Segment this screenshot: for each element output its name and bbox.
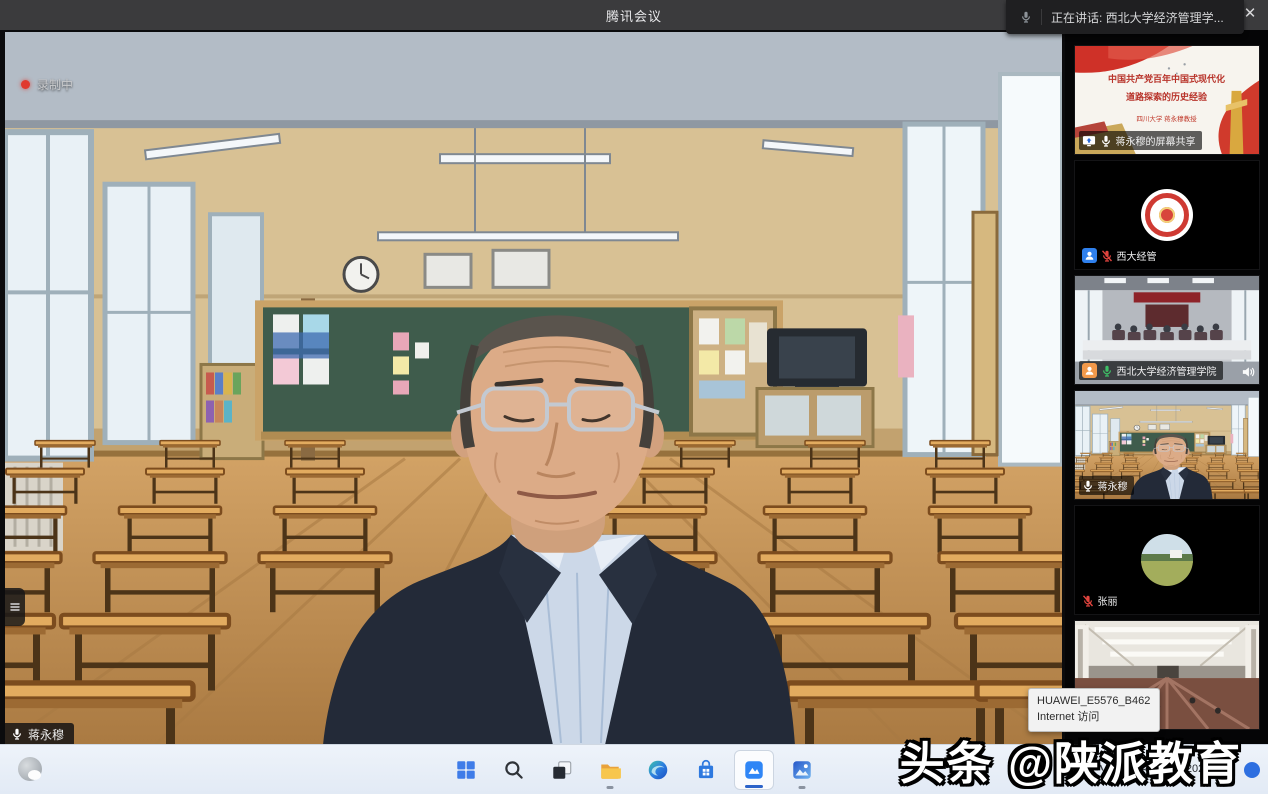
photos-app-button[interactable] [782,750,822,790]
classroom-virtual-background [5,32,1062,745]
edge-icon [646,758,670,782]
participant-label: 张丽 [1079,591,1124,610]
participant-label: 西北大学经济管理学院 [1079,361,1223,380]
speaker-icon [1241,365,1255,379]
tray-expand-chevron[interactable]: ^ [1096,762,1104,777]
weather-cloud-icon [18,757,42,781]
open-app-indicator [607,786,614,789]
person-icon [1084,365,1095,376]
participants-sidebar: 中国共产党百年中国式现代化 道路探索的历史经验 四川大学 蒋永穆教授 蒋永穆的屏… [1065,30,1268,745]
system-tray: ^ 中 2022/11/6 [1096,745,1260,794]
list-icon [9,601,21,613]
recording-label: 录制中 [37,76,73,93]
window-title: 腾讯会议 [606,6,662,25]
recording-badge: 录制中 [21,76,73,93]
tencent-meeting-app-button[interactable] [734,750,774,790]
participant-name: 张丽 [1098,593,1118,608]
mic-speaking-icon [1101,365,1113,377]
person-icon [1084,250,1095,261]
recording-dot-icon [21,80,30,89]
weather-widget[interactable] [18,757,44,783]
tencent-meeting-window: 腾讯会议 ✕ 正在讲话: 西北大学经济管理学... [0,0,1268,794]
taskbar-center-icons [446,745,822,794]
search-button[interactable] [494,750,534,790]
participant-label: 蒋永穆的屏幕共享 [1079,131,1202,150]
participant-name: 西大经管 [1117,248,1157,263]
windows-logo-icon [454,758,478,782]
active-app-indicator [745,785,763,788]
participant-tile-screen-share[interactable]: 中国共产党百年中国式现代化 道路探索的历史经验 四川大学 蒋永穆教授 蒋永穆的屏… [1074,45,1260,155]
university-logo-avatar [1141,189,1193,241]
input-language-indicator[interactable]: 中 [1114,761,1126,778]
slide-subtitle: 四川大学 蒋永穆教授 [1093,113,1240,123]
start-button[interactable] [446,750,486,790]
microsoft-store-button[interactable] [686,750,726,790]
network-ssid: HUAWEI_E5576_B462 [1037,694,1151,710]
slide-title-line2: 道路探索的历史经验 [1089,90,1244,103]
notification-badge-icon[interactable] [1244,762,1260,778]
participant-name: 蒋永穆 [1098,478,1128,493]
participant-tile-nwu-economics[interactable]: 西北大学经济管理学院 [1074,275,1260,385]
screen-share-icon [1082,134,1096,148]
network-access: Internet 访问 [1037,710,1151,726]
volume-icon[interactable] [1161,762,1176,777]
file-explorer-icon [598,758,622,782]
store-icon [694,758,718,782]
search-icon [502,758,526,782]
file-explorer-button[interactable] [590,750,630,790]
speaker-name-tag: 蒋永穆 [5,723,74,745]
host-role-icon [1082,363,1097,378]
participant-tile-xida-jingguan[interactable]: 西大经管 [1074,160,1260,270]
edge-browser-button[interactable] [638,750,678,790]
member-list-toggle[interactable] [5,588,25,626]
task-view-button[interactable] [542,750,582,790]
participant-tile-landscape-avatar[interactable]: 张丽 [1074,505,1260,615]
taskbar-date[interactable]: 2022/11/6 [1186,763,1234,776]
slide-title-line1: 中国共产党百年中国式现代化 [1089,74,1244,86]
mic-icon [11,728,23,740]
taskbar: ^ 中 2022/11/6 [0,744,1268,794]
network-tooltip: HUAWEI_E5576_B462 Internet 访问 [1028,688,1160,732]
photos-icon [790,758,814,782]
wifi-icon[interactable] [1136,762,1151,777]
mic-muted-icon [1101,250,1113,262]
speaking-mic-icon [1020,11,1032,23]
speaking-notification-text: 正在讲话: 西北大学经济管理学... [1051,9,1224,26]
notification-divider [1041,9,1042,25]
speaker-name: 蒋永穆 [28,726,64,743]
tencent-meeting-icon [742,758,766,782]
open-app-indicator [799,786,806,789]
task-view-icon [550,758,574,782]
participant-name: 蒋永穆的屏幕共享 [1116,133,1196,148]
participant-label: 西大经管 [1079,246,1163,265]
participant-role-icon [1082,248,1097,263]
mic-on-icon [1100,135,1112,147]
speaking-notification[interactable]: 正在讲话: 西北大学经济管理学... [1006,0,1244,34]
mic-muted-icon [1082,595,1094,607]
mic-on-icon [1082,480,1094,492]
participant-tile-jiang-yongmu[interactable]: 蒋永穆 [1074,390,1260,500]
landscape-avatar [1141,534,1193,586]
participant-name: 西北大学经济管理学院 [1117,363,1217,378]
participant-label: 蒋永穆 [1079,476,1134,495]
meeting-main-area: 录制中 蒋永穆 [0,30,1268,745]
main-video[interactable]: 录制中 蒋永穆 [5,32,1062,745]
